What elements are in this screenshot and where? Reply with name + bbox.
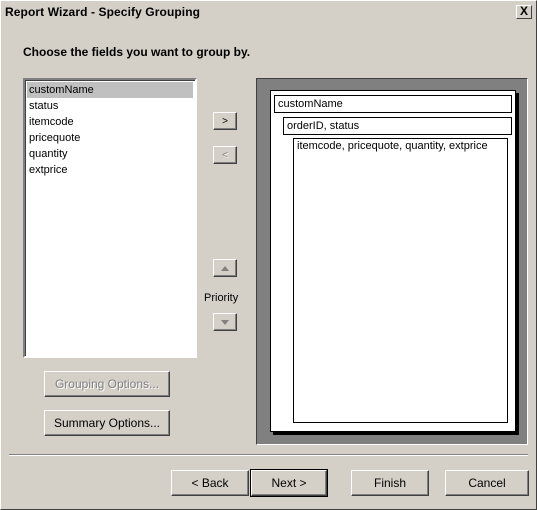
report-wizard-dialog: Report Wizard - Specify Grouping X Choos… bbox=[0, 0, 537, 510]
grouping-options-button[interactable]: Grouping Options... bbox=[44, 371, 170, 397]
cancel-button[interactable]: Cancel bbox=[445, 470, 529, 496]
cancel-label: Cancel bbox=[468, 476, 506, 490]
list-item[interactable]: pricequote bbox=[27, 130, 193, 146]
grouping-preview-page: customName orderID, status itemcode, pri… bbox=[270, 90, 516, 432]
add-group-button[interactable]: > bbox=[213, 112, 237, 130]
title-bar: Report Wizard - Specify Grouping X bbox=[2, 2, 535, 22]
priority-up-button[interactable] bbox=[213, 259, 237, 277]
list-item[interactable]: status bbox=[27, 98, 193, 114]
remove-arrow-label: < bbox=[222, 149, 228, 161]
finish-button[interactable]: Finish bbox=[351, 470, 429, 496]
instruction-text: Choose the fields you want to group by. bbox=[23, 45, 251, 59]
summary-options-button[interactable]: Summary Options... bbox=[44, 410, 170, 436]
group-level-3[interactable]: itemcode, pricequote, quantity, extprice bbox=[293, 138, 508, 423]
back-button[interactable]: < Back bbox=[171, 470, 249, 496]
list-item[interactable]: customName bbox=[27, 82, 193, 98]
group-level-1[interactable]: customName bbox=[274, 95, 512, 113]
finish-label: Finish bbox=[373, 476, 406, 490]
next-label: Next > bbox=[271, 476, 307, 490]
add-arrow-label: > bbox=[222, 115, 228, 127]
list-item[interactable]: itemcode bbox=[27, 114, 193, 130]
window-title: Report Wizard - Specify Grouping bbox=[5, 5, 201, 19]
footer-separator bbox=[9, 454, 528, 456]
remove-group-button[interactable]: < bbox=[213, 146, 237, 164]
priority-down-button[interactable] bbox=[213, 313, 237, 331]
group-level-2[interactable]: orderID, status bbox=[283, 117, 512, 135]
next-button[interactable]: Next > bbox=[250, 469, 328, 497]
priority-label: Priority bbox=[204, 292, 239, 304]
grouping-options-label: Grouping Options... bbox=[54, 377, 160, 391]
list-item[interactable]: extprice bbox=[27, 162, 193, 178]
arrow-down-icon bbox=[221, 319, 229, 325]
arrow-up-icon bbox=[221, 265, 229, 271]
close-icon: X bbox=[519, 4, 528, 18]
back-label: < Back bbox=[191, 476, 229, 490]
available-fields-list[interactable]: customName status itemcode pricequote qu… bbox=[23, 78, 197, 358]
close-button[interactable]: X bbox=[516, 5, 532, 19]
grouping-preview-panel: customName orderID, status itemcode, pri… bbox=[256, 78, 528, 445]
list-item[interactable]: quantity bbox=[27, 146, 193, 162]
summary-options-label: Summary Options... bbox=[53, 416, 161, 430]
